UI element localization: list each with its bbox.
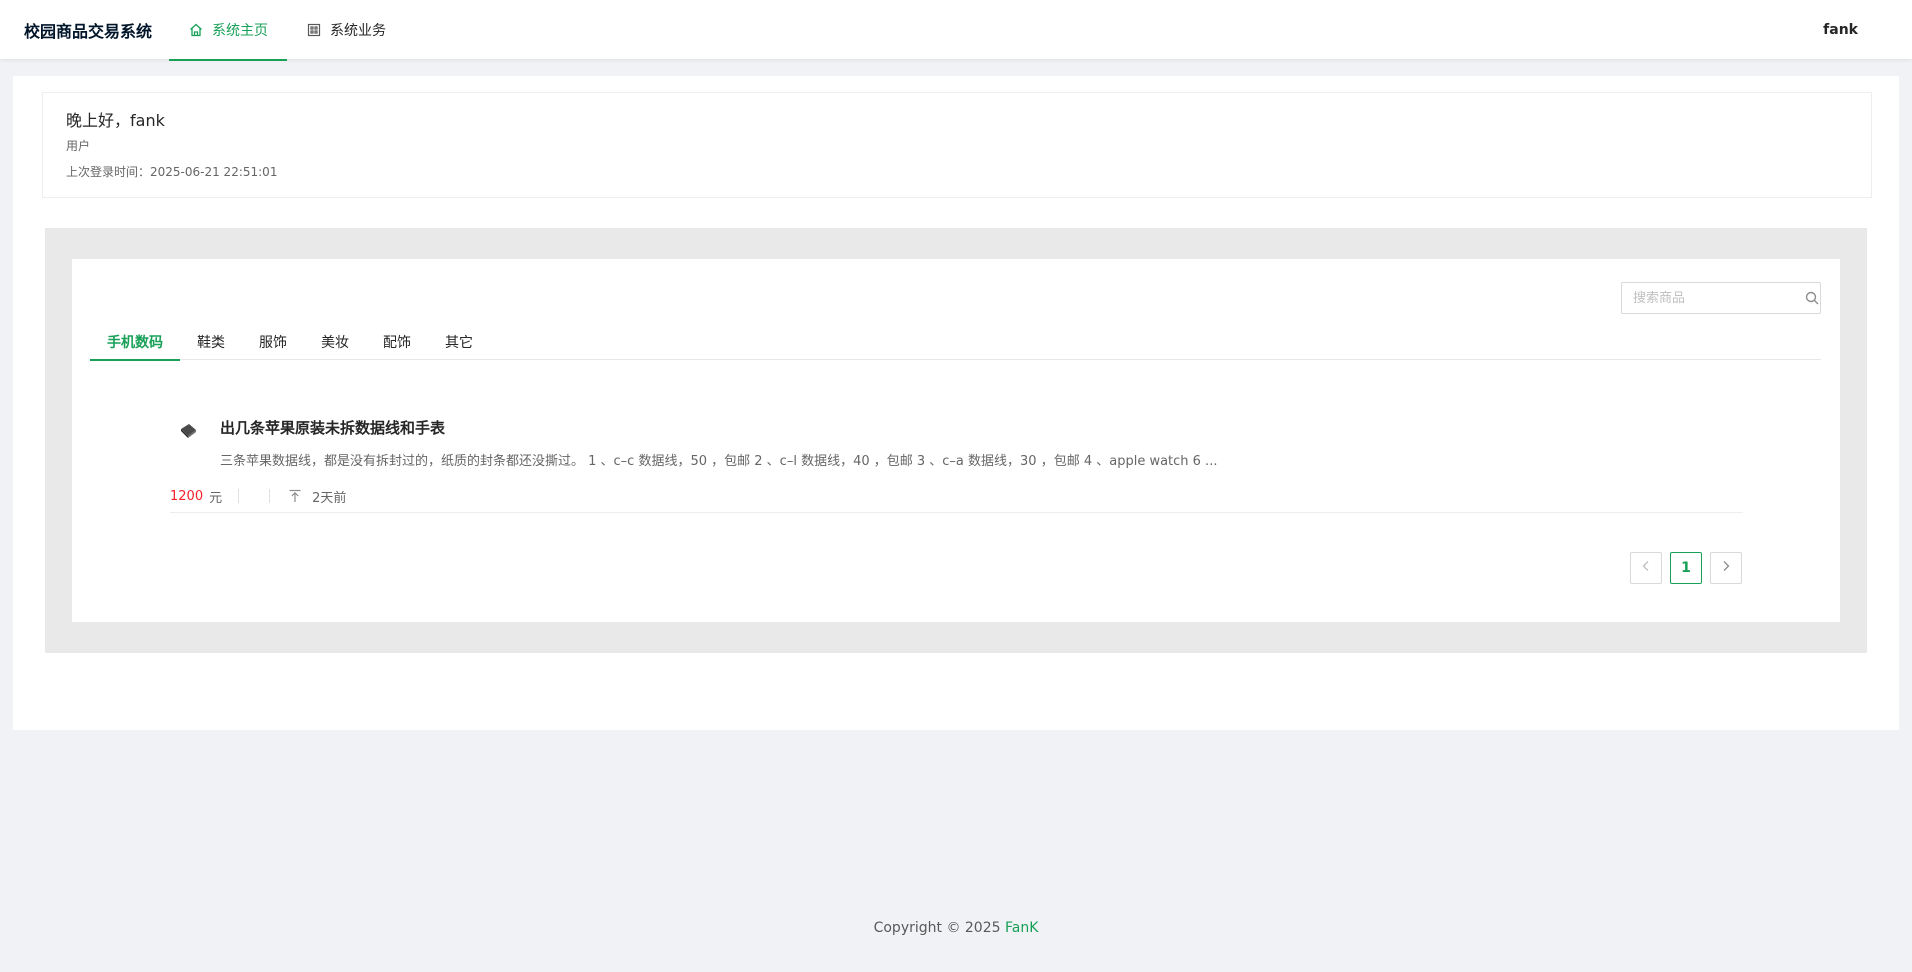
tab-accessories[interactable]: 配饰 (366, 324, 428, 360)
brand-title: 校园商品交易系统 (24, 21, 153, 41)
item-title[interactable]: 出几条苹果原装未拆数据线和手表 (220, 417, 445, 438)
main-content: 晚上好，fank 用户 上次登录时间：2025-06-21 22:51:01 手… (13, 76, 1899, 730)
product-thumbnail (178, 420, 198, 440)
tab-clothing[interactable]: 服饰 (242, 324, 304, 360)
item-price: 1200 (170, 488, 204, 504)
author-link[interactable]: FanK (1005, 920, 1038, 936)
role-text: 用户 (66, 139, 91, 153)
tab-cosmetics[interactable]: 美妆 (304, 324, 366, 360)
top-header: 校园商品交易系统 系统主页 系统业务 fank (0, 0, 1912, 61)
price-unit: 元 (209, 490, 223, 506)
last-login-text: 上次登录时间：2025-06-21 22:51:01 (66, 165, 278, 179)
search-box (1621, 282, 1821, 314)
grid-icon (306, 22, 322, 38)
copyright-text: Copyright © 2025 (873, 920, 1005, 936)
user-menu[interactable]: fank (1823, 0, 1858, 59)
next-page-button[interactable] (1710, 552, 1742, 584)
chevron-right-icon (1720, 560, 1732, 576)
search-input[interactable] (1622, 283, 1803, 313)
goods-panel: 手机数码 鞋类 服饰 美妆 配饰 其它 出几条苹果原装未拆数据线和手表 三条苹果… (45, 228, 1867, 653)
top-nav: 系统主页 系统业务 (169, 0, 405, 61)
divider (269, 489, 271, 503)
pagination: 1 (1630, 552, 1742, 584)
item-meta: 1200 元 2天前 (170, 486, 346, 506)
home-icon (188, 22, 204, 38)
page-number-button[interactable]: 1 (1670, 552, 1702, 584)
list-item[interactable]: 出几条苹果原装未拆数据线和手表 三条苹果数据线，都是没有拆封过的，纸质的封条都还… (170, 408, 1743, 513)
item-time: 2天前 (312, 490, 347, 506)
divider (238, 489, 240, 503)
tab-digital[interactable]: 手机数码 (90, 324, 180, 361)
item-description: 三条苹果数据线，都是没有拆封过的，纸质的封条都还没撕过。 1 、c–c 数据线，… (220, 454, 1218, 469)
footer: Copyright © 2025 FanK (0, 920, 1912, 936)
nav-item-home[interactable]: 系统主页 (169, 0, 287, 61)
nav-item-business[interactable]: 系统业务 (287, 0, 405, 59)
nav-item-label: 系统业务 (330, 22, 386, 39)
search-icon[interactable] (1803, 283, 1820, 313)
upload-icon (288, 489, 302, 503)
greeting-text: 晚上好，fank (66, 111, 165, 130)
prev-page-button[interactable] (1630, 552, 1662, 584)
chevron-left-icon (1640, 560, 1652, 576)
nav-item-label: 系统主页 (212, 22, 268, 39)
tab-other[interactable]: 其它 (428, 324, 490, 360)
category-tabs: 手机数码 鞋类 服饰 美妆 配饰 其它 (90, 324, 1821, 361)
welcome-card: 晚上好，fank 用户 上次登录时间：2025-06-21 22:51:01 (42, 92, 1872, 198)
tab-shoes[interactable]: 鞋类 (180, 324, 242, 360)
goods-card: 手机数码 鞋类 服饰 美妆 配饰 其它 出几条苹果原装未拆数据线和手表 三条苹果… (72, 259, 1840, 622)
